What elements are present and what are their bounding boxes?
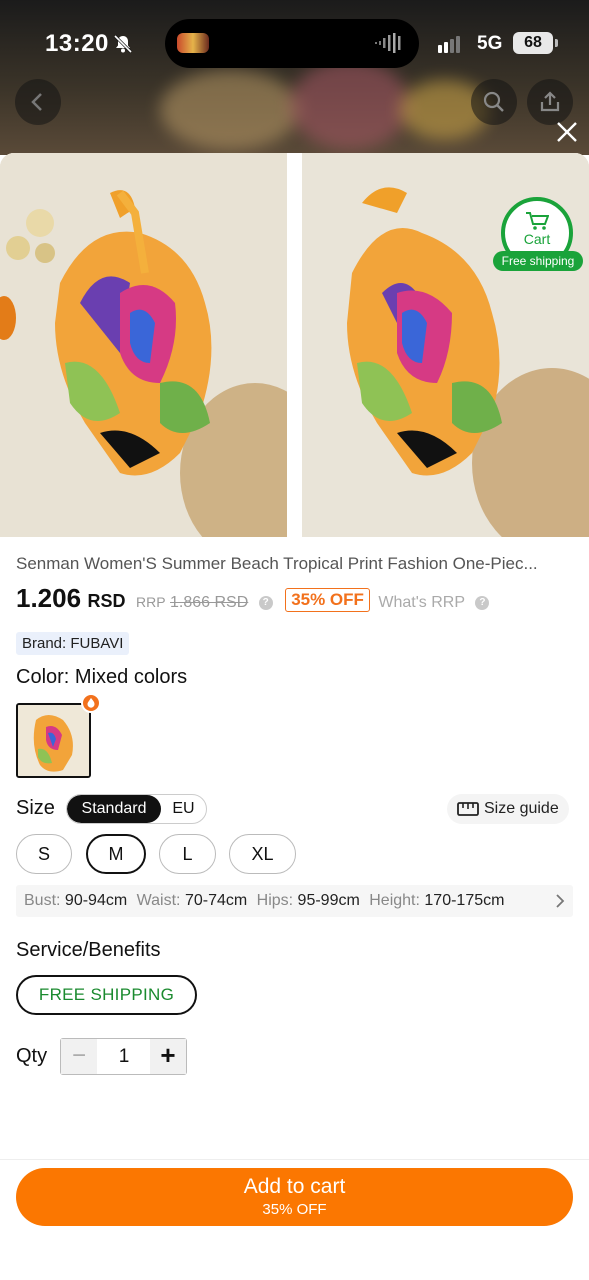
sale-price: 1.206 (16, 583, 82, 613)
size-measurements[interactable]: Bust: 90-94cm Waist: 70-74cm Hips: 95-99… (16, 885, 573, 917)
size-guide-button[interactable]: Size guide (447, 794, 569, 824)
product-title: Senman Women'S Summer Beach Tropical Pri… (16, 554, 538, 573)
quantity-label: Qty (16, 1045, 48, 1067)
close-icon[interactable] (554, 119, 580, 145)
measure-value: 90-94cm (64, 892, 128, 909)
color-swatch[interactable] (16, 703, 91, 778)
search-icon (483, 91, 504, 112)
size-system-standard[interactable]: Standard (67, 795, 161, 823)
product-sheet: Cart Free shipping Senman Women'S Summer… (0, 153, 589, 1280)
now-playing-artwork (177, 33, 209, 53)
add-to-cart-label: Add to cart (243, 1175, 346, 1198)
chevron-right-icon (556, 894, 565, 908)
size-option-s[interactable]: S (16, 834, 72, 874)
measure-key: Waist: (136, 892, 181, 909)
divider (0, 1159, 589, 1160)
size-option-l[interactable]: L (159, 834, 216, 874)
color-label: Color: Mixed colors (16, 666, 188, 688)
size-standard-toggle: Standard EU (66, 794, 207, 824)
size-option-xl[interactable]: XL (229, 834, 296, 874)
flame-icon (81, 693, 101, 713)
ruler-icon (457, 802, 479, 816)
chevron-left-icon (31, 93, 42, 111)
quantity-increase-button[interactable]: + (150, 1039, 186, 1074)
free-shipping-badge[interactable]: FREE SHIPPING (16, 975, 197, 1015)
rrp-label: RRP (136, 594, 166, 610)
share-icon (540, 91, 560, 112)
size-option-m[interactable]: M (86, 834, 146, 874)
battery-indicator: 68 (513, 32, 558, 54)
size-guide-label: Size guide (484, 800, 559, 817)
whats-rrp-link[interactable]: What's RRP (378, 594, 465, 611)
measure-value: 70-74cm (184, 892, 248, 909)
search-button[interactable] (471, 79, 517, 125)
product-gallery[interactable]: Cart Free shipping (0, 153, 589, 537)
question-icon[interactable]: ? (475, 595, 490, 610)
product-photo[interactable] (0, 153, 287, 537)
discount-badge: 35% OFF (285, 588, 370, 612)
free-shipping-tag: Free shipping (493, 251, 583, 271)
quantity-stepper: − 1 + (60, 1038, 187, 1075)
dynamic-island (165, 19, 419, 68)
status-time: 13:20 (45, 30, 109, 57)
measure-key: Hips: (256, 892, 294, 909)
background-overlay: 13:20 5G 68 (0, 0, 589, 155)
network-type: 5G (477, 33, 503, 54)
signal-strength-icon (438, 35, 462, 53)
bell-off-icon (113, 34, 133, 54)
back-button[interactable] (15, 79, 61, 125)
measure-key: Height: (369, 892, 420, 909)
price-row: 1.206 RSD RRP 1.866 RSD ? 35% OFF What's… (16, 583, 490, 617)
measure-value: 170-175cm (424, 892, 505, 909)
measure-key: Bust: (24, 892, 61, 909)
brand-tag[interactable]: Brand: FUBAVI (16, 632, 130, 655)
floating-cart-button[interactable]: Cart Free shipping (493, 197, 583, 273)
service-benefits-label: Service/Benefits (16, 939, 161, 961)
cart-label: Cart (523, 231, 551, 247)
rrp-price: 1.866 RSD (170, 594, 249, 611)
size-label: Size (16, 797, 55, 819)
measure-value: 95-99cm (297, 892, 360, 909)
quantity-decrease-button[interactable]: − (61, 1039, 97, 1074)
add-to-cart-discount: 35% OFF (262, 1201, 327, 1218)
cart-icon (526, 212, 549, 230)
audio-wave-icon (375, 33, 401, 53)
price-currency: RSD (87, 591, 126, 611)
add-to-cart-button[interactable]: Add to cart 35% OFF (16, 1168, 573, 1226)
quantity-value[interactable]: 1 (97, 1039, 151, 1074)
question-icon[interactable]: ? (258, 595, 273, 610)
size-system-eu[interactable]: EU (161, 795, 206, 823)
